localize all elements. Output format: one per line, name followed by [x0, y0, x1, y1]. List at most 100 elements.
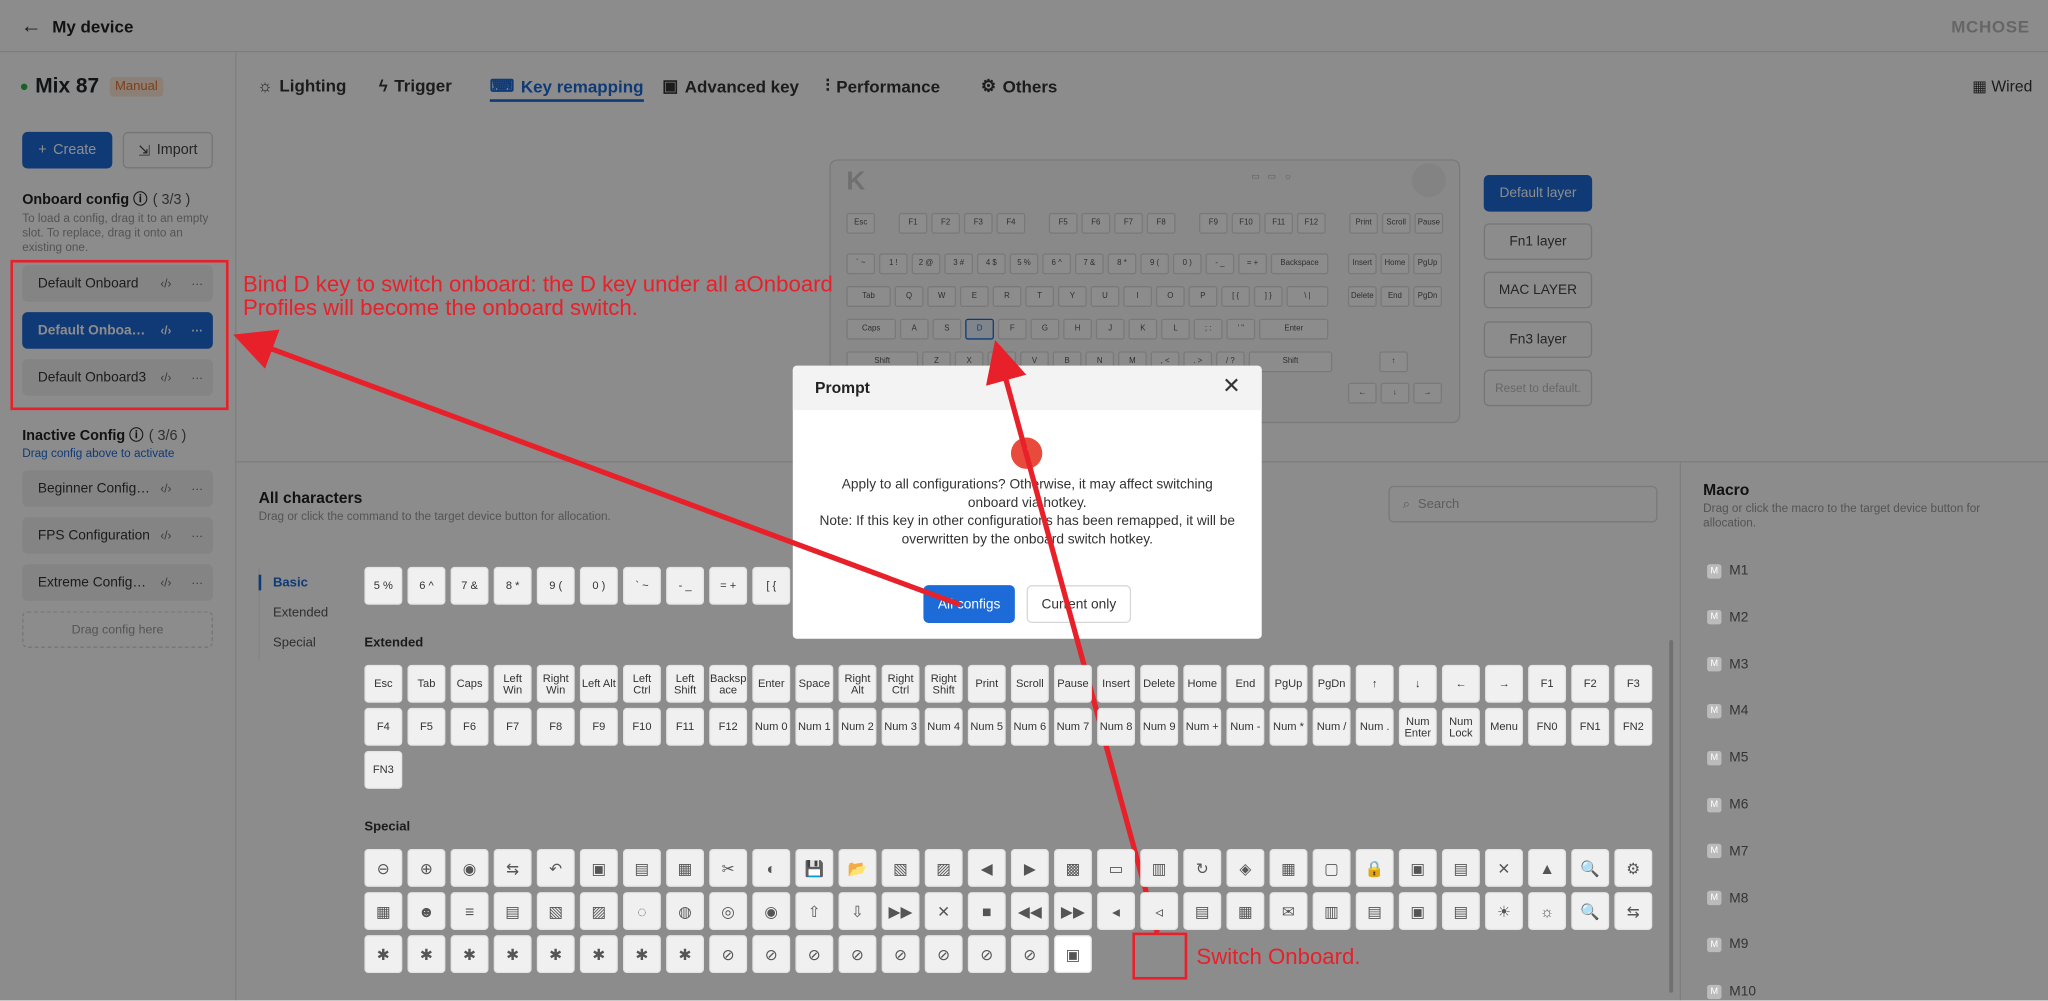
extended-key[interactable]: Left Win — [493, 664, 532, 703]
extended-key[interactable]: PgDn — [1312, 664, 1351, 703]
extended-key[interactable]: Backsp ace — [709, 664, 748, 703]
basic-key[interactable]: [ { — [752, 566, 791, 605]
special-key-icon[interactable]: ■ — [967, 892, 1006, 930]
basic-key[interactable]: 0 ) — [579, 566, 618, 605]
special-key-icon[interactable]: ▲ — [1528, 848, 1567, 887]
special-key-icon[interactable]: ◉ — [450, 848, 489, 887]
special-key-icon[interactable]: ✕ — [1485, 848, 1523, 887]
extended-key[interactable]: FN2 — [1614, 707, 1653, 746]
extended-key[interactable]: Right Shift — [924, 664, 963, 703]
extended-key[interactable]: Scroll — [1010, 664, 1049, 703]
extended-key[interactable]: FN3 — [364, 751, 403, 789]
extended-key[interactable]: F7 — [493, 707, 532, 746]
special-key-icon[interactable]: 🔍 — [1571, 848, 1610, 887]
special-key-icon[interactable]: ◍ — [666, 892, 704, 930]
special-key-icon[interactable]: ✂ — [709, 848, 748, 887]
extended-key[interactable]: → — [1485, 664, 1523, 703]
special-key-icon[interactable]: ⊖ — [364, 848, 403, 887]
special-key-icon[interactable]: ▥ — [1140, 848, 1179, 887]
special-key-icon[interactable]: ▨ — [579, 892, 618, 930]
macro-item[interactable]: M M2 — [1707, 610, 1748, 625]
basic-key[interactable]: 7 & — [450, 566, 489, 605]
special-key-icon[interactable]: ☼ — [1528, 892, 1567, 930]
macro-item[interactable]: M M10 — [1707, 984, 1756, 999]
special-key-icon[interactable]: ◀◀ — [1010, 892, 1049, 930]
basic-key[interactable]: 8 * — [493, 566, 532, 605]
extended-key[interactable]: Space — [795, 664, 834, 703]
extended-key[interactable]: Tab — [407, 664, 446, 703]
special-key-icon[interactable]: ⚙ — [1614, 848, 1653, 887]
special-key-icon[interactable]: ⊘ — [881, 935, 920, 974]
extended-key[interactable]: Home — [1183, 664, 1222, 703]
special-key-icon[interactable]: 📂 — [838, 848, 877, 887]
special-key-icon[interactable]: 🔒 — [1355, 848, 1394, 887]
special-key-icon[interactable]: ▣ — [579, 848, 618, 887]
extended-key[interactable]: Num 5 — [967, 707, 1006, 746]
basic-key[interactable]: 5 % — [364, 566, 403, 605]
special-key-icon[interactable]: ✱ — [536, 935, 575, 974]
special-key-icon[interactable]: 💾 — [795, 848, 834, 887]
extended-key[interactable]: Num 1 — [795, 707, 834, 746]
extended-key[interactable]: F11 — [666, 707, 704, 746]
extended-key[interactable]: Right Alt — [838, 664, 877, 703]
extended-key[interactable]: Pause — [1054, 664, 1092, 703]
extended-key[interactable]: Print — [967, 664, 1006, 703]
basic-key[interactable]: 9 ( — [536, 566, 575, 605]
special-key-icon[interactable]: ◀ — [967, 848, 1006, 887]
special-key-icon[interactable]: ◃ — [1140, 892, 1179, 930]
extended-key[interactable]: F4 — [364, 707, 403, 746]
special-key-icon[interactable]: ✕ — [924, 892, 963, 930]
extended-key[interactable]: PgUp — [1269, 664, 1308, 703]
special-key-icon[interactable]: ⊘ — [752, 935, 791, 974]
special-key-icon[interactable]: ✱ — [623, 935, 661, 974]
special-key-icon[interactable]: ⊘ — [924, 935, 963, 974]
extended-key[interactable]: Num 0 — [752, 707, 791, 746]
extended-key[interactable]: FN1 — [1571, 707, 1610, 746]
special-key-icon[interactable]: ⊘ — [795, 935, 834, 974]
extended-key[interactable]: ↓ — [1398, 664, 1437, 703]
special-key-icon[interactable]: ◐ — [752, 848, 791, 887]
extended-key[interactable]: Num Enter — [1398, 707, 1437, 746]
special-key-icon[interactable]: ⇩ — [838, 892, 877, 930]
extended-key[interactable]: ← — [1441, 664, 1480, 703]
special-key-icon[interactable]: ▨ — [924, 848, 963, 887]
extended-key[interactable]: Left Shift — [666, 664, 704, 703]
special-key-icon[interactable]: ✉ — [1269, 892, 1308, 930]
extended-key[interactable]: F8 — [536, 707, 575, 746]
special-key-icon[interactable]: ⊘ — [1010, 935, 1049, 974]
extended-key[interactable]: FN0 — [1528, 707, 1567, 746]
extended-key[interactable]: End — [1226, 664, 1265, 703]
special-key-icon[interactable]: ◌ — [623, 892, 661, 930]
extended-key[interactable]: Right Ctrl — [881, 664, 920, 703]
special-key-icon[interactable]: ▤ — [1183, 892, 1222, 930]
extended-key[interactable]: Num 7 — [1054, 707, 1092, 746]
special-key-icon[interactable]: ⊕ — [407, 848, 446, 887]
extended-key[interactable]: Num + — [1183, 707, 1222, 746]
special-key-icon[interactable]: ◉ — [752, 892, 791, 930]
special-key-icon[interactable]: ▶▶ — [1054, 892, 1092, 930]
extended-key[interactable]: F5 — [407, 707, 446, 746]
macro-item[interactable]: M M9 — [1707, 937, 1748, 953]
special-key-icon[interactable]: ✱ — [493, 935, 532, 974]
macro-item[interactable]: M M5 — [1707, 750, 1748, 766]
special-key-icon[interactable]: ⇆ — [493, 848, 532, 887]
extended-key[interactable]: Insert — [1097, 664, 1136, 703]
special-key-icon[interactable]: ⇆ — [1614, 892, 1653, 930]
basic-key[interactable]: - _ — [666, 566, 704, 605]
special-key-icon[interactable]: ▤ — [1441, 892, 1480, 930]
special-key-icon[interactable]: ↻ — [1183, 848, 1222, 887]
basic-key[interactable]: ` ~ — [623, 566, 661, 605]
special-key-icon[interactable]: ▩ — [1054, 848, 1092, 887]
extended-key[interactable]: Delete — [1140, 664, 1179, 703]
special-key-icon[interactable]: ✱ — [364, 935, 403, 974]
special-key-icon[interactable]: ▦ — [1269, 848, 1308, 887]
extended-key[interactable]: Num . — [1355, 707, 1394, 746]
extended-key[interactable]: F6 — [450, 707, 489, 746]
special-key-icon[interactable]: ▥ — [1312, 892, 1351, 930]
special-key-icon[interactable]: ◎ — [709, 892, 748, 930]
special-key-icon[interactable]: ☀ — [1485, 892, 1523, 930]
extended-key[interactable]: Num 3 — [881, 707, 920, 746]
extended-key[interactable]: Left Ctrl — [623, 664, 661, 703]
extended-key[interactable]: Caps — [450, 664, 489, 703]
macro-item[interactable]: M M4 — [1707, 703, 1748, 719]
